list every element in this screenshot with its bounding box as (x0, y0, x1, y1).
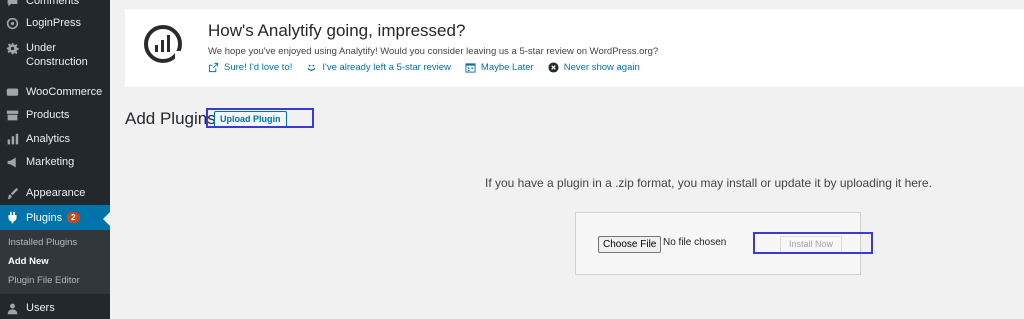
maybe-later-link[interactable]: Maybe Later (465, 62, 534, 73)
admin-sidebar: Comments LoginPress Under Construction W… (0, 0, 110, 319)
submenu-add-new[interactable]: Add New (8, 256, 49, 267)
smile-icon (307, 64, 316, 71)
sidebar-item-products[interactable]: Products (0, 108, 110, 122)
active-menu-arrow (103, 212, 110, 226)
never-show-link[interactable]: Never show again (548, 62, 640, 73)
bar-chart-icon (5, 132, 19, 146)
submenu-installed-plugins[interactable]: Installed Plugins (8, 237, 77, 248)
file-status-text: No file chosen (663, 237, 727, 248)
archive-icon (5, 108, 19, 122)
highlight-box (206, 108, 314, 128)
highlight-box (753, 232, 873, 254)
update-count-badge: 2 (67, 212, 80, 223)
gear-icon (5, 41, 19, 55)
dismiss-icon (548, 62, 559, 73)
paintbrush-icon (5, 186, 19, 200)
sidebar-item-users[interactable]: Users (0, 301, 110, 315)
sidebar-item-under-construction[interactable]: Under Construction (0, 41, 110, 69)
review-notice: How's Analytify going, impressed? We hop… (125, 9, 1024, 87)
plugins-submenu: Installed Plugins Add New Plugin File Ed… (0, 230, 110, 294)
upload-help-text: If you have a plugin in a .zip format, y… (485, 176, 932, 190)
sidebar-item-marketing[interactable]: Marketing (0, 155, 110, 169)
sidebar-item-appearance[interactable]: Appearance (0, 186, 110, 200)
notice-title: How's Analytify going, impressed? (208, 21, 466, 40)
sidebar-item-loginpress[interactable]: LoginPress (0, 16, 110, 30)
users-icon (5, 301, 19, 315)
already-reviewed-link[interactable]: I've already left a 5-star review (306, 62, 451, 73)
notice-text: We hope you've enjoyed using Analytify! … (208, 46, 659, 57)
choose-file-button[interactable]: Choose File (598, 236, 662, 253)
external-link-icon (208, 62, 219, 73)
submenu-plugin-file-editor[interactable]: Plugin File Editor (8, 275, 80, 286)
plug-icon (5, 211, 19, 225)
sidebar-item-comments[interactable]: Comments (0, 0, 110, 8)
woocommerce-icon (5, 85, 19, 99)
analytify-logo (144, 25, 184, 65)
sidebar-item-plugins[interactable]: Plugins 2 (0, 205, 110, 230)
sidebar-item-analytics[interactable]: Analytics (0, 132, 110, 146)
megaphone-icon (5, 155, 19, 169)
sidebar-item-woocommerce[interactable]: WooCommerce (0, 85, 110, 99)
calendar-icon (465, 63, 476, 73)
comments-icon (5, 0, 19, 8)
rate-now-link[interactable]: Sure! I'd love to! (208, 62, 292, 73)
loginpress-icon (5, 16, 19, 30)
page-title: Add Plugins (125, 109, 216, 128)
notice-actions: Sure! I'd love to! I've already left a 5… (208, 62, 654, 73)
